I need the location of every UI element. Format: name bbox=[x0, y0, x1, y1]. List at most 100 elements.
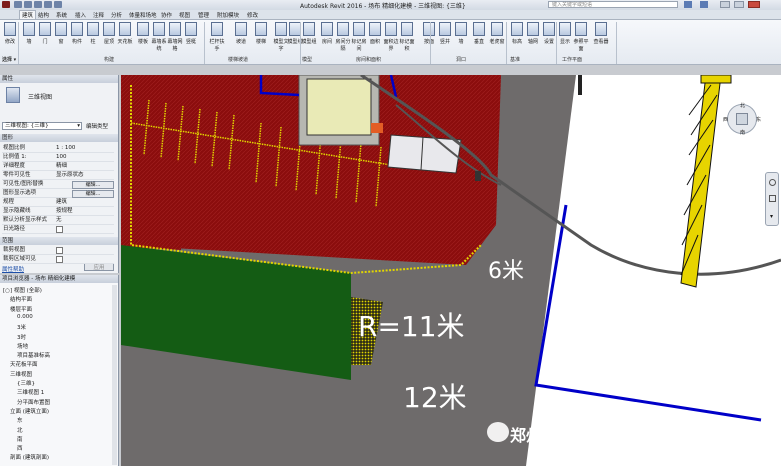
browser-node[interactable]: {三维} bbox=[17, 379, 35, 387]
search-input[interactable]: 键入关键字或短语 bbox=[548, 1, 678, 8]
tab-10[interactable]: 附加模块 bbox=[217, 11, 239, 19]
tab-11[interactable]: 修改 bbox=[247, 11, 258, 19]
3d-viewport[interactable]: 6米 R=11米 12米 bbox=[121, 75, 781, 466]
checkbox[interactable] bbox=[56, 256, 63, 263]
browser-node[interactable]: 3米 bbox=[17, 323, 26, 331]
steering-wheel-icon[interactable] bbox=[769, 179, 776, 186]
ribbon-button-label: 房间 bbox=[321, 39, 332, 45]
ribbon-button-28[interactable]: 老虎窗 bbox=[488, 22, 506, 45]
tab-5[interactable]: 分析 bbox=[111, 11, 122, 19]
window-title: Autodesk Revit 2016 - 场布 精细化建模 - 三维视图: {… bbox=[300, 3, 466, 10]
browser-node[interactable]: 南 bbox=[17, 435, 23, 443]
ribbon-button-14[interactable]: 楼梯 bbox=[252, 22, 270, 45]
ribbon-button-label: 轴网 bbox=[527, 39, 538, 45]
ribbon-button-33[interactable]: 参照平面 bbox=[572, 22, 590, 52]
ribbon-tool-icon bbox=[39, 22, 51, 36]
browser-node[interactable]: 项目基准标高 bbox=[17, 351, 50, 359]
checkbox[interactable] bbox=[56, 226, 63, 233]
browser-node[interactable]: [○] 视图 (全部) bbox=[3, 286, 42, 294]
property-value[interactable]: 1 : 100 bbox=[56, 144, 75, 152]
ribbon-button-label: 柱 bbox=[90, 39, 96, 45]
ribbon-button-12[interactable]: 栏杆扶手 bbox=[208, 22, 226, 52]
browser-scrollbar[interactable] bbox=[112, 285, 117, 465]
search-icon[interactable] bbox=[684, 1, 692, 8]
revit-app-icon[interactable] bbox=[2, 1, 10, 8]
browser-node[interactable]: 天花板平面 bbox=[10, 360, 38, 368]
ribbon-button-0[interactable]: 修改 bbox=[1, 22, 19, 45]
tab-2[interactable]: 系统 bbox=[56, 11, 67, 19]
property-value[interactable]: 无 bbox=[56, 216, 62, 224]
property-value[interactable]: 100 bbox=[56, 153, 67, 161]
browser-node[interactable]: 结构平面 bbox=[10, 295, 32, 303]
maximize-button[interactable] bbox=[734, 1, 744, 8]
minimize-button[interactable] bbox=[720, 1, 730, 8]
undo-icon[interactable] bbox=[34, 1, 42, 8]
select-group-label[interactable]: 选择 ▾ bbox=[2, 56, 16, 63]
edit-type-button[interactable]: 编辑类型 bbox=[86, 122, 108, 130]
property-key: 裁剪区域可见 bbox=[3, 256, 37, 262]
property-value[interactable]: 精细 bbox=[56, 162, 67, 170]
tab-7[interactable]: 协作 bbox=[161, 11, 172, 19]
property-row: 规程 建筑 bbox=[2, 198, 114, 207]
property-value[interactable]: 建筑 bbox=[56, 198, 67, 206]
properties-header: 属性 bbox=[0, 75, 118, 83]
browser-node[interactable]: 西 bbox=[17, 444, 23, 452]
viewcube[interactable]: 北 南 西 东 bbox=[723, 103, 761, 160]
browser-node[interactable]: 三维视图 1 bbox=[17, 388, 44, 396]
ribbon-button-17[interactable]: 模型组 bbox=[300, 22, 318, 45]
ribbon-button-34[interactable]: 查看器 bbox=[592, 22, 610, 45]
tab-4[interactable]: 注释 bbox=[93, 11, 104, 19]
tab-0[interactable]: 建筑 bbox=[19, 10, 37, 19]
browser-node[interactable]: 0.000 bbox=[17, 314, 33, 320]
browser-node[interactable]: 北 bbox=[17, 426, 23, 434]
ribbon-tool-icon bbox=[543, 22, 555, 36]
section-graphics[interactable]: 图形 bbox=[0, 134, 118, 142]
ribbon-button-23[interactable]: 标记面积 bbox=[398, 22, 416, 52]
tab-1[interactable]: 结构 bbox=[38, 11, 49, 19]
section-range[interactable]: 范围 bbox=[0, 237, 118, 245]
property-value[interactable]: 显示原状态 bbox=[56, 171, 84, 179]
user-icon[interactable] bbox=[700, 1, 708, 8]
type-name: 三维视图 bbox=[28, 94, 53, 101]
checkbox[interactable] bbox=[56, 247, 63, 254]
open-icon[interactable] bbox=[14, 1, 22, 8]
browser-node[interactable]: 东 bbox=[17, 416, 23, 424]
ribbon-button-label: 墙 bbox=[26, 39, 32, 45]
property-row: 图形显示选项 编辑... bbox=[2, 189, 114, 198]
browser-node[interactable]: 场地 bbox=[17, 342, 28, 350]
ribbon-group-label: 洞口 bbox=[456, 57, 467, 63]
tab-3[interactable]: 插入 bbox=[75, 11, 86, 19]
ribbon-button-26[interactable]: 墙 bbox=[452, 22, 470, 45]
ribbon-separator bbox=[204, 22, 205, 64]
viewcube-face[interactable] bbox=[736, 113, 748, 125]
apply-button[interactable]: 应用 bbox=[84, 263, 114, 271]
ribbon-button-7[interactable]: 天花板 bbox=[116, 22, 134, 45]
browser-node[interactable]: 分平面布置图 bbox=[17, 398, 50, 406]
print-icon[interactable] bbox=[54, 1, 62, 8]
view-instance-selector[interactable]: 三维视图: {三维} ▾ bbox=[2, 122, 82, 130]
ribbon-button-label: 标记房间 bbox=[351, 39, 367, 52]
browser-node[interactable]: 剖面 (建筑剖面) bbox=[10, 453, 49, 461]
zoom-icon[interactable] bbox=[769, 195, 776, 202]
ribbon-button-27[interactable]: 垂直 bbox=[470, 22, 488, 45]
browser-node[interactable]: 3时 bbox=[17, 333, 26, 341]
property-value[interactable]: 按规程 bbox=[56, 207, 73, 215]
ribbon-button-13[interactable]: 坡道 bbox=[232, 22, 250, 45]
tab-8[interactable]: 视图 bbox=[179, 11, 190, 19]
redo-icon[interactable] bbox=[44, 1, 52, 8]
ribbon-button-label: 面积边界 bbox=[383, 39, 399, 52]
tab-6[interactable]: 体量和场地 bbox=[129, 11, 157, 19]
close-button[interactable] bbox=[748, 1, 760, 8]
browser-node[interactable]: 三维视图 bbox=[10, 370, 32, 378]
ribbon-group-label: 房间和面积 bbox=[356, 57, 382, 63]
edit-button[interactable]: 编辑... bbox=[72, 181, 114, 189]
edit-button[interactable]: 编辑... bbox=[72, 190, 114, 198]
chevron-down-icon[interactable]: ▾ bbox=[770, 213, 773, 220]
navigation-bar[interactable]: ▾ bbox=[765, 172, 779, 226]
ribbon-button-11[interactable]: 竖梃 bbox=[182, 22, 200, 45]
tab-9[interactable]: 管理 bbox=[198, 11, 209, 19]
save-icon[interactable] bbox=[24, 1, 32, 8]
properties-help-link[interactable]: 属性帮助 bbox=[2, 265, 24, 273]
browser-node[interactable]: 立面 (建筑立面) bbox=[10, 407, 49, 415]
browser-node[interactable]: 楼层平面 bbox=[10, 305, 32, 313]
